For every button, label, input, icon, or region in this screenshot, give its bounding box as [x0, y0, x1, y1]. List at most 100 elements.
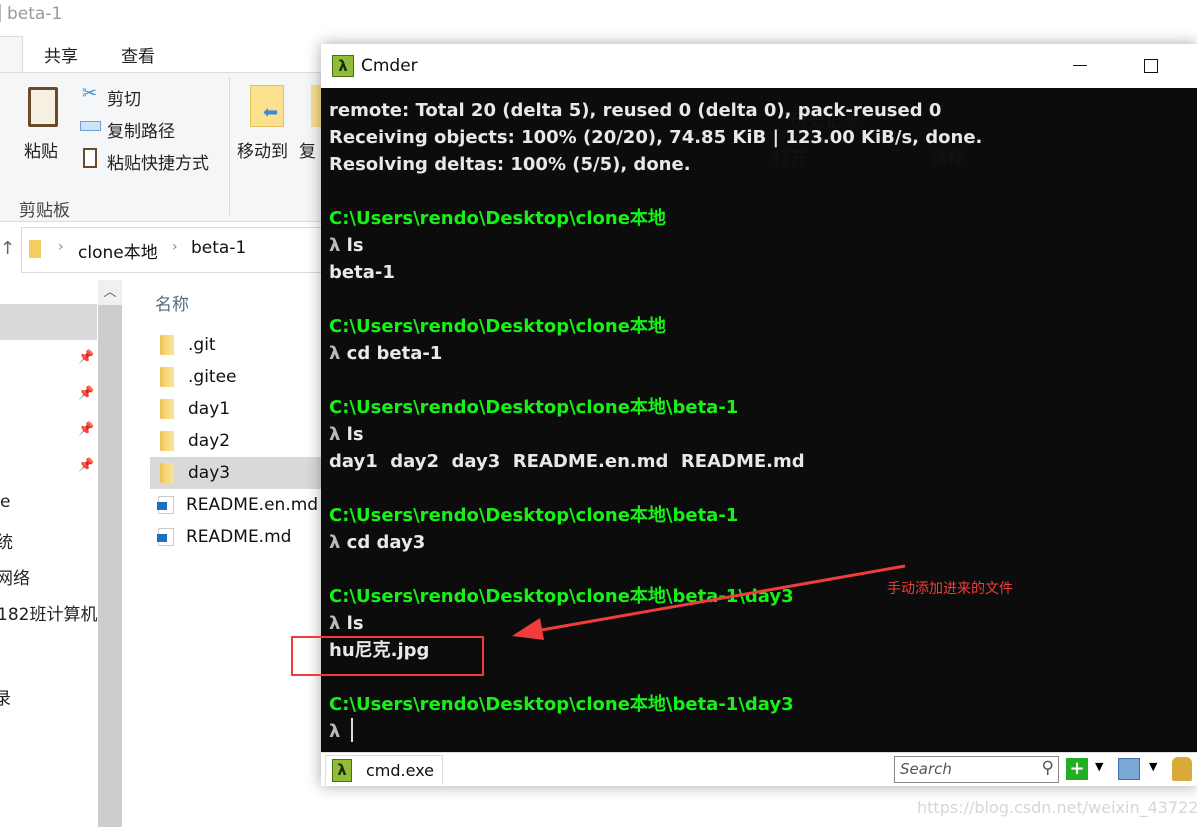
- tab-view[interactable]: 查看: [121, 42, 155, 67]
- file-item[interactable]: .gitee: [150, 361, 325, 393]
- copy-to-button[interactable]: 复: [299, 137, 316, 162]
- breadcrumb-item[interactable]: clone本地: [78, 238, 158, 263]
- search-input[interactable]: Search ⚲: [894, 756, 1059, 783]
- paste-shortcut-icon: [83, 148, 97, 168]
- file-item[interactable]: README.en.md: [150, 489, 325, 521]
- nav-item[interactable]: 统: [0, 528, 13, 553]
- terminal-line: λ cd beta-1: [329, 340, 982, 367]
- dropdown-arrow-icon[interactable]: ▼: [1149, 760, 1157, 773]
- markdown-file-icon: [157, 496, 174, 514]
- prompt-lambda: λ: [329, 532, 341, 553]
- prompt-lambda: λ: [329, 343, 341, 364]
- command-text: ls: [346, 613, 364, 634]
- prompt-path: C:\Users\rendo\Desktop\clone本地\beta-1: [329, 397, 739, 418]
- cut-button[interactable]: 剪切: [107, 85, 141, 110]
- terminal-line: Resolving deltas: 100% (5/5), done.: [329, 151, 982, 178]
- split-view-button[interactable]: [1118, 758, 1140, 780]
- copy-path-icon: [80, 121, 101, 131]
- prompt-path: C:\Users\rendo\Desktop\clone本地\beta-1: [329, 505, 739, 526]
- output-text: Resolving deltas: 100% (5/5), done.: [329, 154, 691, 175]
- file-name: README.md: [186, 527, 292, 547]
- nav-item[interactable]: 录: [0, 684, 11, 709]
- prompt-path: C:\Users\rendo\Desktop\clone本地: [329, 208, 666, 229]
- nav-item[interactable]: 182班计算机: [0, 600, 97, 625]
- terminal-line: C:\Users\rendo\Desktop\clone本地: [329, 313, 982, 340]
- file-item[interactable]: day3: [150, 457, 325, 489]
- search-placeholder: Search: [900, 760, 952, 778]
- column-header-name[interactable]: 名称: [155, 290, 189, 315]
- folder-icon: [160, 367, 174, 387]
- terminal-line: day1 day2 day3 README.en.md README.md: [329, 448, 982, 475]
- cmder-statusbar: λ cmd.exe Search ⚲ + ▼ ▼: [321, 752, 1197, 786]
- pin-icon[interactable]: 📌: [78, 458, 94, 473]
- new-console-button[interactable]: +: [1066, 758, 1088, 780]
- markdown-file-icon: [157, 528, 174, 546]
- prompt-lambda: λ: [329, 424, 341, 445]
- terminal-line: C:\Users\rendo\Desktop\clone本地\beta-1\da…: [329, 691, 982, 718]
- cmder-logo-icon: λ: [332, 55, 354, 77]
- folder-icon: [160, 431, 174, 451]
- annotation-text: 手动添加进来的文件: [887, 581, 1013, 597]
- console-tab[interactable]: λ cmd.exe: [325, 755, 443, 785]
- prompt-path: C:\Users\rendo\Desktop\clone本地\beta-1\da…: [329, 694, 794, 715]
- pin-icon[interactable]: 📌: [78, 350, 94, 365]
- watermark: https://blog.csdn.net/weixin_43722052: [917, 798, 1197, 817]
- file-name: day1: [188, 399, 231, 419]
- file-item[interactable]: .git: [150, 329, 325, 361]
- nav-item[interactable]: e: [0, 492, 10, 512]
- file-item[interactable]: day1: [150, 393, 325, 425]
- terminal-line: C:\Users\rendo\Desktop\clone本地: [329, 205, 982, 232]
- file-item[interactable]: README.md: [150, 521, 325, 553]
- file-name: day3: [188, 463, 231, 483]
- ribbon: 粘贴 ✂ 剪切 复制路径 粘贴快捷方式 剪贴板 ⬅ 移动到 复: [0, 72, 330, 222]
- up-arrow-icon[interactable]: ↑: [0, 238, 15, 259]
- window-title: Cmder: [361, 56, 418, 76]
- lock-icon[interactable]: [1172, 757, 1192, 781]
- command-text: ls: [346, 424, 364, 445]
- breadcrumb-item[interactable]: beta-1: [191, 238, 246, 258]
- folder-icon: [29, 240, 41, 258]
- search-icon: ⚲: [1041, 758, 1054, 778]
- terminal-line: remote: Total 20 (delta 5), reused 0 (de…: [329, 97, 982, 124]
- nav-item[interactable]: 网络: [0, 564, 30, 589]
- file-item[interactable]: day2: [150, 425, 325, 457]
- minimize-button[interactable]: [1073, 65, 1087, 66]
- pin-icon[interactable]: 📌: [78, 386, 94, 401]
- terminal-line: C:\Users\rendo\Desktop\clone本地\beta-1: [329, 502, 982, 529]
- tab-home[interactable]: [0, 36, 23, 74]
- highlight-box: [291, 636, 484, 676]
- folder-icon: [160, 399, 174, 419]
- tab-label: cmd.exe: [366, 761, 435, 780]
- pin-icon[interactable]: 📌: [78, 422, 94, 437]
- paste-shortcut-button[interactable]: 粘贴快捷方式: [107, 149, 209, 174]
- terminal-line: Receiving objects: 100% (20/20), 74.85 K…: [329, 124, 982, 151]
- file-name: day2: [188, 431, 231, 451]
- tab-share[interactable]: 共享: [44, 42, 78, 67]
- nav-scrollbar[interactable]: [98, 280, 122, 827]
- command-text: cd beta-1: [346, 343, 443, 364]
- text-cursor: [350, 718, 353, 742]
- copy-path-button[interactable]: 复制路径: [107, 117, 175, 142]
- folder-icon: [160, 335, 174, 355]
- folder-icon: [160, 463, 174, 483]
- dropdown-arrow-icon[interactable]: ▼: [1095, 760, 1103, 773]
- move-to-button[interactable]: 移动到: [237, 137, 288, 162]
- scroll-up-button[interactable]: ︿: [98, 280, 122, 305]
- scissors-icon: ✂: [82, 83, 98, 104]
- file-name: .gitee: [188, 367, 237, 387]
- paste-icon: [28, 87, 58, 127]
- maximize-button[interactable]: [1144, 59, 1158, 73]
- annotation-arrow: [512, 564, 906, 640]
- paste-button[interactable]: 粘贴: [24, 137, 58, 162]
- prompt-lambda: λ: [329, 721, 341, 742]
- clipboard-group-label: 剪贴板: [19, 201, 70, 221]
- address-bar[interactable]: › clone本地 › beta-1: [21, 227, 331, 273]
- nav-selected-item[interactable]: [0, 304, 97, 340]
- file-name: .git: [188, 335, 216, 355]
- move-to-icon: ⬅: [250, 85, 284, 127]
- file-name: README.en.md: [186, 495, 319, 515]
- terminal-line: λ: [329, 718, 982, 745]
